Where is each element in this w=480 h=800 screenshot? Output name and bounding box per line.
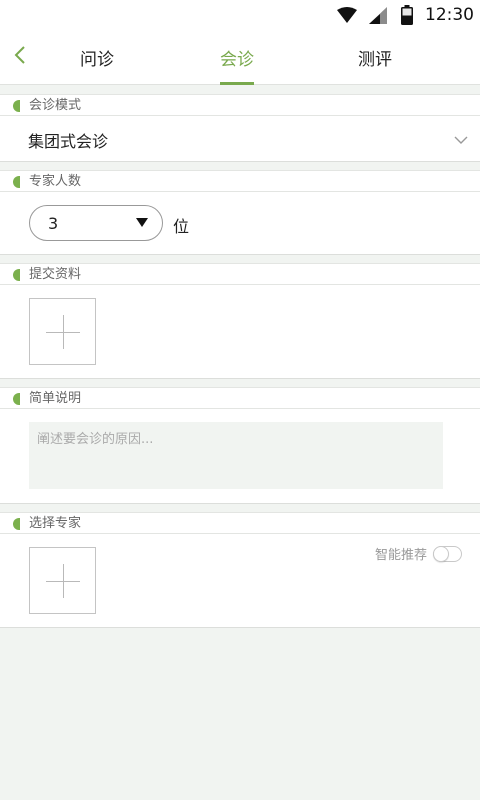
nav-bar: 问诊 会诊 测评 xyxy=(0,30,480,85)
signal-icon xyxy=(369,6,387,24)
description-row: 阐述要会诊的原因... xyxy=(0,409,480,504)
tab-label: 测评 xyxy=(358,50,392,70)
section-title: 会诊模式 xyxy=(29,98,82,113)
chevron-down-icon xyxy=(454,130,468,149)
leaf-marker-icon xyxy=(13,393,20,405)
experts-count-value: 3 xyxy=(48,214,59,233)
section-header-mode: 会诊模式 xyxy=(0,94,480,116)
mode-value: 集团式会诊 xyxy=(28,132,109,151)
status-time: 12:30 xyxy=(425,5,474,25)
toggle-knob xyxy=(433,545,449,562)
chevron-left-icon xyxy=(14,45,26,69)
caret-down-icon xyxy=(136,218,148,227)
section-title: 专家人数 xyxy=(29,174,82,189)
materials-row xyxy=(0,285,480,379)
tab-label: 问诊 xyxy=(80,50,114,70)
section-title: 提交资料 xyxy=(29,267,82,282)
wifi-icon xyxy=(337,7,357,23)
smart-recommend: 智能推荐 xyxy=(375,544,462,563)
back-button[interactable] xyxy=(8,42,32,72)
leaf-marker-icon xyxy=(13,518,20,530)
experts-count-row: 3 位 xyxy=(0,192,480,255)
tab-assessment[interactable]: 测评 xyxy=(325,30,425,85)
tab-inquiry[interactable]: 问诊 xyxy=(47,30,147,85)
status-icons: 12:30 xyxy=(337,0,480,30)
select-experts-row: 智能推荐 xyxy=(0,534,480,628)
tab-consultation[interactable]: 会诊 xyxy=(187,30,287,85)
leaf-marker-icon xyxy=(13,100,20,112)
tab-label: 会诊 xyxy=(220,50,254,70)
section-header-materials: 提交资料 xyxy=(0,263,480,285)
leaf-marker-icon xyxy=(13,269,20,281)
experts-count-dropdown[interactable]: 3 xyxy=(29,205,163,241)
leaf-marker-icon xyxy=(13,176,20,188)
section-header-select-experts: 选择专家 xyxy=(0,512,480,534)
mode-select[interactable]: 集团式会诊 xyxy=(0,116,480,162)
description-input[interactable]: 阐述要会诊的原因... xyxy=(29,422,443,489)
section-header-description: 简单说明 xyxy=(0,387,480,409)
smart-recommend-label: 智能推荐 xyxy=(374,548,427,563)
status-bar: 12:30 xyxy=(0,0,480,30)
smart-recommend-toggle[interactable] xyxy=(433,545,462,562)
description-placeholder: 阐述要会诊的原因... xyxy=(37,432,154,447)
battery-icon xyxy=(401,5,413,25)
section-title: 选择专家 xyxy=(29,516,82,531)
active-tab-indicator xyxy=(220,82,254,85)
section-header-experts-count: 专家人数 xyxy=(0,170,480,192)
add-material-button[interactable] xyxy=(29,298,96,365)
experts-count-unit: 位 xyxy=(173,217,190,236)
add-expert-button[interactable] xyxy=(29,547,96,614)
section-title: 简单说明 xyxy=(29,391,82,406)
